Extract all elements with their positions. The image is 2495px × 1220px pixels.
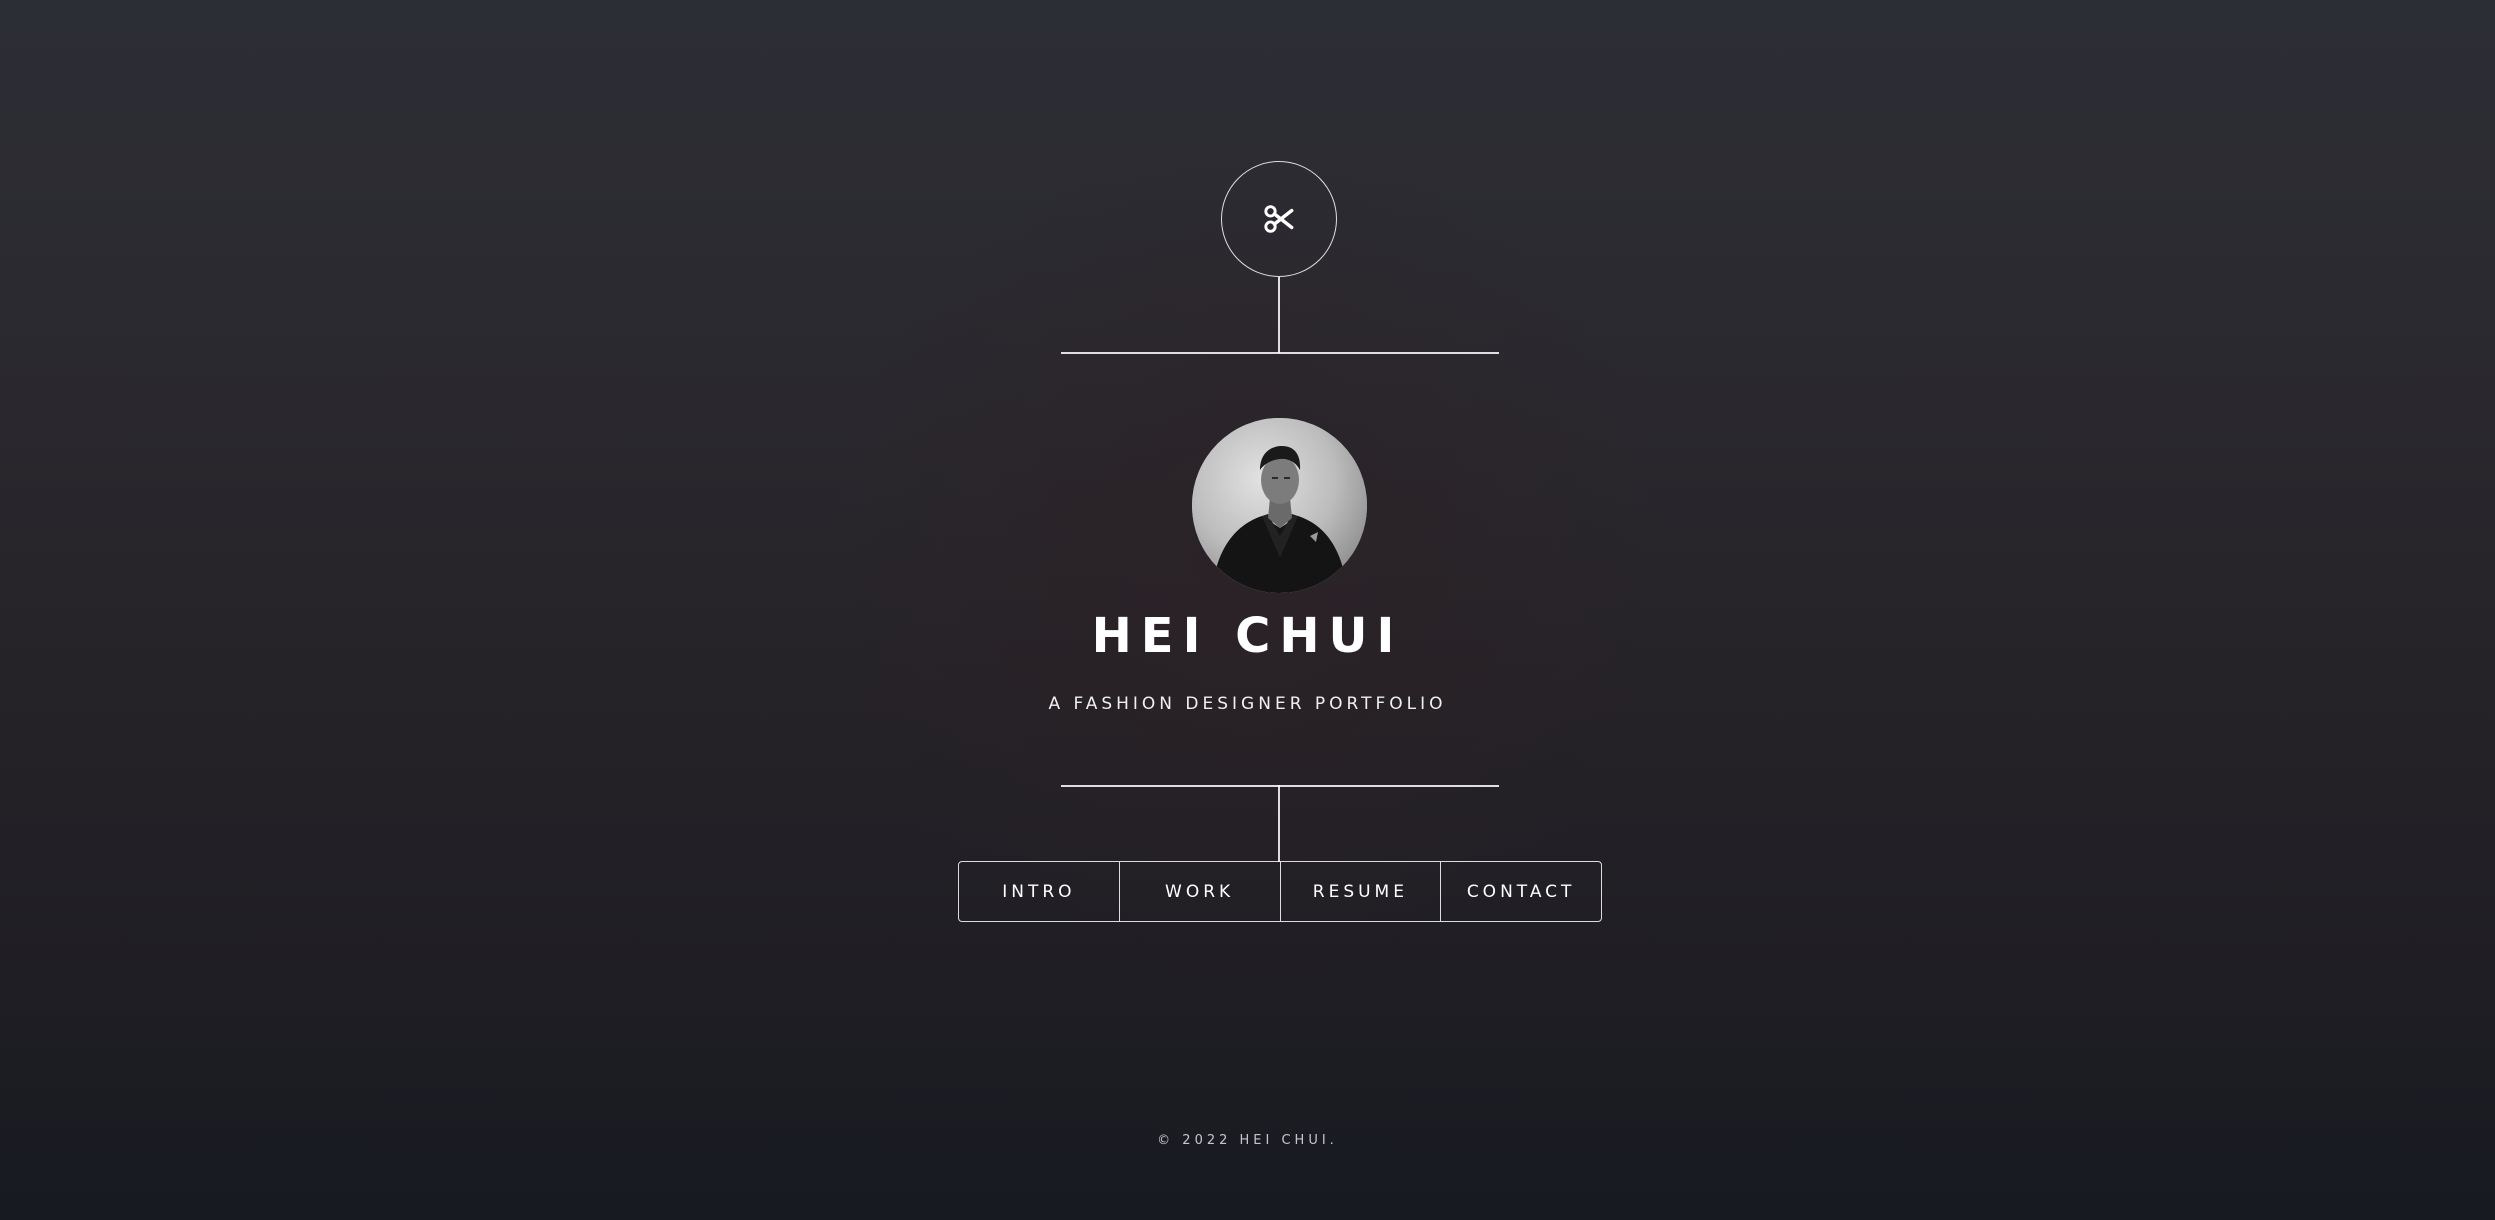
footer-copyright: © 2022 HEI CHUI. bbox=[1157, 1133, 1338, 1148]
tagline: A FASHION DESIGNER PORTFOLIO bbox=[1048, 694, 1447, 714]
logo[interactable] bbox=[1221, 161, 1337, 277]
page-title: HEI CHUI bbox=[1091, 608, 1404, 664]
nav-item-resume[interactable]: RESUME bbox=[1279, 862, 1441, 921]
nav-item-contact[interactable]: CONTACT bbox=[1440, 862, 1601, 921]
divider-top bbox=[1061, 352, 1499, 354]
divider-bottom bbox=[1061, 785, 1499, 787]
connector-line-top bbox=[1278, 277, 1280, 353]
avatar bbox=[1192, 418, 1367, 593]
page: HEI CHUI A FASHION DESIGNER PORTFOLIO IN… bbox=[0, 0, 2495, 1220]
scissors-icon bbox=[1262, 202, 1296, 236]
connector-line-bottom bbox=[1278, 785, 1280, 862]
nav-item-intro[interactable]: INTRO bbox=[959, 862, 1119, 921]
main-nav: INTRO WORK RESUME CONTACT bbox=[958, 861, 1602, 922]
nav-item-work[interactable]: WORK bbox=[1118, 862, 1280, 921]
